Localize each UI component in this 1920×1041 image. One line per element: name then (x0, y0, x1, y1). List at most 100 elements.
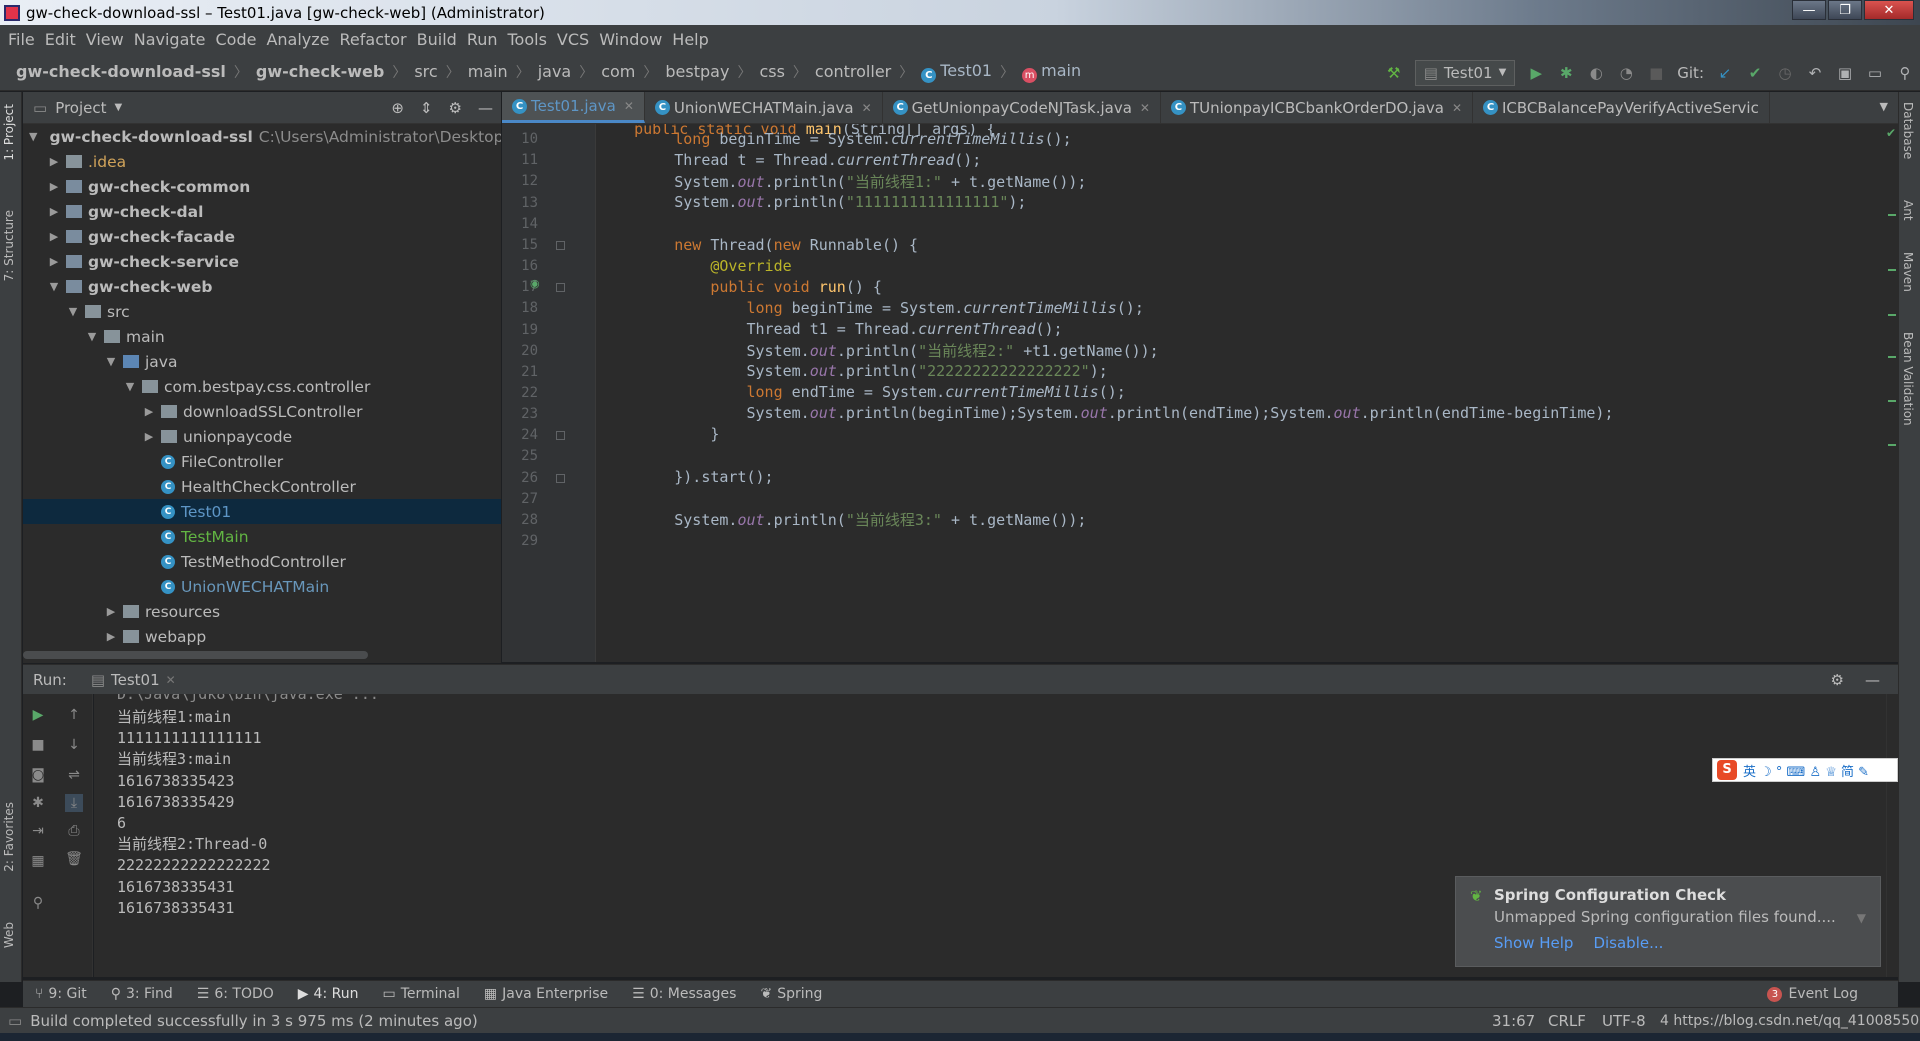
scroll-down-icon[interactable]: ↓ (65, 736, 83, 754)
profile-icon[interactable]: ◔ (1617, 64, 1635, 82)
expand-arrow-icon[interactable]: ▶ (105, 605, 117, 618)
editor-tab[interactable]: C UnionWECHATMain.java ✕ (645, 92, 883, 123)
hide-icon[interactable]: — (1865, 671, 1880, 689)
tree-item[interactable]: C Test01 (23, 499, 501, 524)
tool-tab-find[interactable]: ⚲ 3: Find (99, 986, 185, 1002)
tree-item[interactable]: C TestMain (23, 524, 501, 549)
tool-tab-javaenterprise[interactable]: ▦ Java Enterprise (472, 986, 620, 1002)
tree-item[interactable]: ▶ webapp (23, 624, 501, 649)
tree-item[interactable]: ▶ resources (23, 599, 501, 624)
gear-icon[interactable]: ⚙ (1831, 671, 1844, 689)
editor-tab[interactable]: C TUnionpayICBCbankOrderDO.java ✕ (1161, 92, 1473, 123)
breadcrumb-item[interactable]: gw-check-download-ssl (16, 62, 226, 81)
editor-tab[interactable]: C Test01.java ✕ (502, 92, 645, 123)
file-encoding[interactable]: UTF-8 (1602, 1012, 1646, 1030)
tool-tab-run[interactable]: ▶ 4: Run (286, 986, 371, 1002)
project-root-row[interactable]: ▼ gw-check-download-ssl C:\Users\Adminis… (23, 124, 501, 149)
close-icon[interactable]: ✕ (862, 101, 872, 115)
menu-edit[interactable]: Edit (43, 30, 84, 49)
coverage-icon[interactable]: ◐ (1587, 64, 1605, 82)
stop-icon[interactable]: ■ (29, 736, 47, 754)
database-tool-tab[interactable]: Database (1901, 102, 1915, 159)
close-icon[interactable]: ✕ (166, 673, 176, 687)
close-icon[interactable]: ✕ (624, 99, 634, 113)
expand-arrow-icon[interactable]: ▶ (143, 430, 155, 443)
tool-tab-messages[interactable]: ☰ 0: Messages (620, 986, 748, 1002)
close-icon[interactable]: ✕ (1140, 101, 1150, 115)
pin-icon[interactable]: ⚲ (29, 894, 47, 912)
tool-tab-git[interactable]: ⑂ 9: Git (23, 986, 99, 1002)
expand-arrow-icon[interactable]: ▼ (105, 355, 117, 368)
tree-item[interactable]: C UnionWECHATMain (23, 574, 501, 599)
menu-code[interactable]: Code (214, 30, 265, 49)
tree-item[interactable]: ▼ src (23, 299, 501, 324)
expand-arrow-icon[interactable]: ▼ (86, 330, 98, 343)
expand-arrow-icon[interactable]: ▼ (67, 305, 79, 318)
editor-tab[interactable]: C GetUnionpayCodeNJTask.java ✕ (883, 92, 1161, 123)
debug-icon[interactable]: ✱ (29, 794, 47, 812)
tree-item[interactable]: ▶ gw-check-service (23, 249, 501, 274)
close-icon[interactable]: ✕ (1452, 101, 1462, 115)
locate-icon[interactable]: ⊕ (391, 99, 404, 117)
tree-item[interactable]: ▶ downloadSSLController (23, 399, 501, 424)
breadcrumb-item[interactable]: com (601, 62, 635, 81)
scroll-to-end-icon[interactable]: ⤓ (65, 794, 83, 812)
expand-arrow-icon[interactable]: ▶ (48, 180, 60, 193)
menu-vcs[interactable]: VCS (555, 30, 597, 49)
horizontal-scrollbar[interactable] (23, 651, 368, 659)
tree-item[interactable]: ▼ gw-check-web (23, 274, 501, 299)
tree-item[interactable]: ▶ gw-check-dal (23, 199, 501, 224)
expand-arrow-icon[interactable]: ▼ (48, 280, 60, 293)
menu-file[interactable]: File (6, 30, 43, 49)
favorites-tool-tab[interactable]: 2: Favorites (2, 802, 16, 872)
search-icon[interactable]: ⚲ (1896, 64, 1914, 82)
maven-tool-tab[interactable]: Maven (1901, 252, 1915, 292)
layout-icon[interactable]: ▦ (29, 852, 47, 870)
git-update-icon[interactable]: ↙ (1716, 64, 1734, 82)
camera-icon[interactable]: ◙ (29, 766, 47, 784)
exit-icon[interactable]: ⇥ (29, 822, 47, 840)
stop-icon[interactable]: ■ (1647, 64, 1665, 82)
git-history-icon[interactable]: ◷ (1776, 64, 1794, 82)
tree-item[interactable]: C HealthCheckController (23, 474, 501, 499)
expand-arrow-icon[interactable]: ▶ (105, 630, 117, 643)
menu-help[interactable]: Help (670, 30, 716, 49)
minimize-button[interactable]: — (1792, 0, 1826, 20)
editor-tab[interactable]: C ICBCBalancePayVerifyActiveServic (1473, 92, 1770, 123)
tree-item[interactable]: ▼ main (23, 324, 501, 349)
tool-tab-terminal[interactable]: ▭ Terminal (370, 986, 471, 1002)
console-scrollbar[interactable] (1886, 694, 1898, 977)
menu-navigate[interactable]: Navigate (132, 30, 214, 49)
run-tab[interactable]: ▤ Test01 ✕ (91, 671, 176, 689)
expand-arrow-icon[interactable]: ▼ (124, 380, 136, 393)
breadcrumb-item[interactable]: java (538, 62, 572, 81)
debug-icon[interactable]: ✱ (1557, 64, 1575, 82)
project-panel-title[interactable]: Project (55, 99, 106, 117)
breadcrumb-class[interactable]: C Test01 (921, 61, 992, 83)
collapse-icon[interactable]: ⇕ (420, 99, 433, 117)
print-icon[interactable]: ⎙ (65, 822, 83, 840)
ime-options[interactable]: 英 ☽ ° ⌨ ♙ ♕ 简 ✎ (1743, 761, 1869, 780)
tool-tab-todo[interactable]: ☰ 6: TODO (185, 986, 286, 1002)
breadcrumb-method[interactable]: m main (1022, 61, 1081, 83)
disable-link[interactable]: Disable... (1593, 934, 1663, 952)
run-config-select[interactable]: ▤ Test01 ▼ (1414, 59, 1516, 86)
breadcrumb-item[interactable]: main (468, 62, 508, 81)
rerun-icon[interactable]: ▶ (29, 706, 47, 724)
gear-icon[interactable]: ⚙ (449, 99, 462, 117)
presentation-icon[interactable]: ▭ (1866, 64, 1884, 82)
breadcrumb-item[interactable]: controller (815, 62, 891, 81)
tree-item[interactable]: C TestMethodController (23, 549, 501, 574)
git-commit-icon[interactable]: ✔ (1746, 64, 1764, 82)
cursor-position[interactable]: 31:67 (1492, 1012, 1535, 1030)
trash-icon[interactable]: 🗑 (65, 850, 83, 868)
project-tool-tab[interactable]: 1: Project (2, 104, 16, 161)
hide-icon[interactable]: — (478, 99, 493, 117)
chevron-down-icon[interactable]: ▼ (1880, 100, 1888, 113)
close-button[interactable]: ✕ (1864, 0, 1914, 20)
expand-arrow-icon[interactable]: ▶ (48, 230, 60, 243)
tree-item[interactable]: ▶ unionpaycode (23, 424, 501, 449)
menu-analyze[interactable]: Analyze (264, 30, 337, 49)
expand-arrow-icon[interactable]: ▶ (48, 155, 60, 168)
breadcrumb-item[interactable]: src (414, 62, 437, 81)
